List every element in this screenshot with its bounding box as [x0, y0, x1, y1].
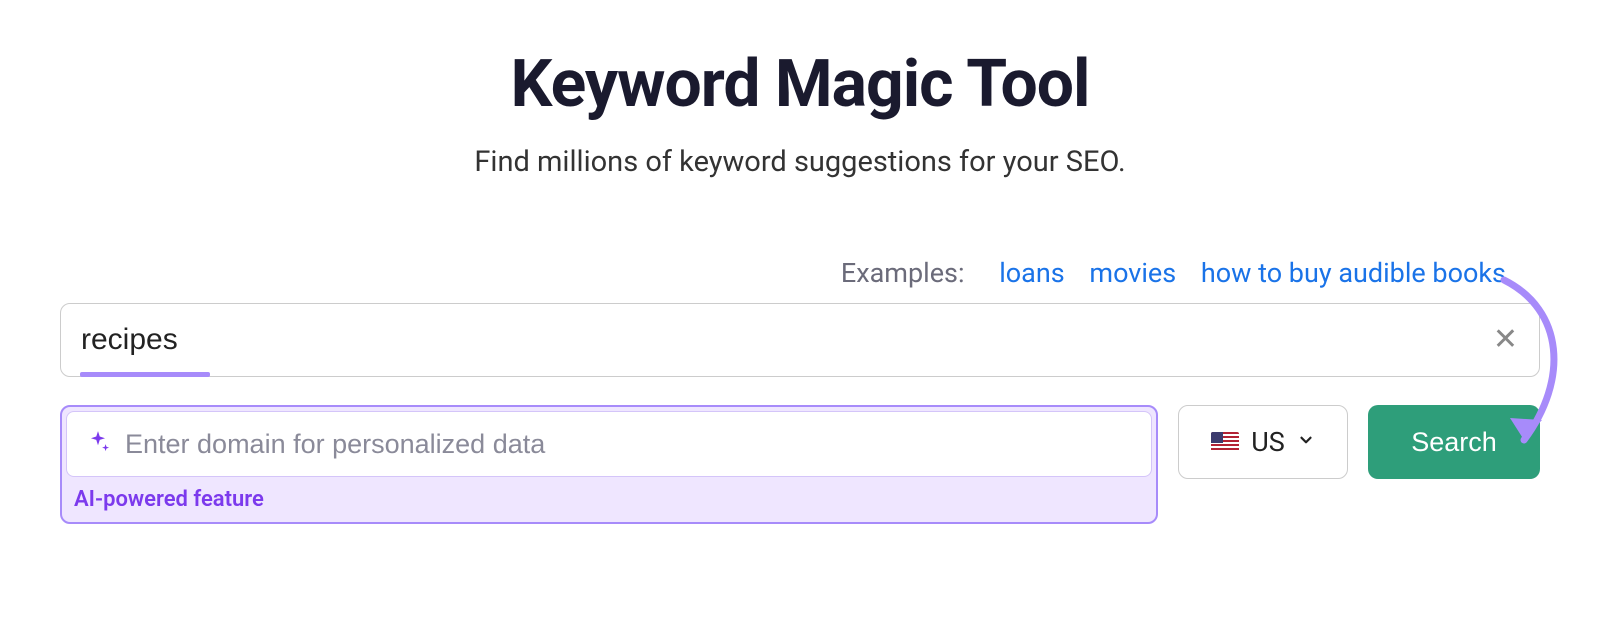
- example-link-movies[interactable]: movies: [1089, 257, 1176, 289]
- keyword-input[interactable]: [60, 303, 1540, 377]
- page-subtitle: Find millions of keyword suggestions for…: [60, 145, 1540, 179]
- second-row: AI-powered feature US Search: [60, 405, 1540, 524]
- examples-row: Examples: loans movies how to buy audibl…: [60, 257, 1540, 289]
- us-flag-icon: [1211, 432, 1239, 452]
- search-button[interactable]: Search: [1368, 405, 1540, 479]
- country-select[interactable]: US: [1178, 405, 1348, 479]
- page-title: Keyword Magic Tool: [60, 46, 1540, 123]
- domain-input[interactable]: [125, 429, 1133, 460]
- clear-icon[interactable]: ✕: [1493, 325, 1518, 355]
- examples-label: Examples:: [841, 257, 965, 289]
- domain-block: AI-powered feature: [60, 405, 1158, 524]
- country-code-label: US: [1251, 426, 1285, 458]
- keyword-input-wrap: ✕: [60, 303, 1540, 377]
- sparkle-icon: [85, 429, 111, 459]
- keyword-highlight-underline: [80, 372, 210, 377]
- chevron-down-icon: [1297, 430, 1315, 454]
- example-link-loans[interactable]: loans: [999, 257, 1065, 289]
- domain-input-wrap: [66, 411, 1152, 477]
- ai-feature-label: AI-powered feature: [62, 477, 1156, 522]
- example-link-how-to-buy-audible-books[interactable]: how to buy audible books: [1201, 257, 1506, 289]
